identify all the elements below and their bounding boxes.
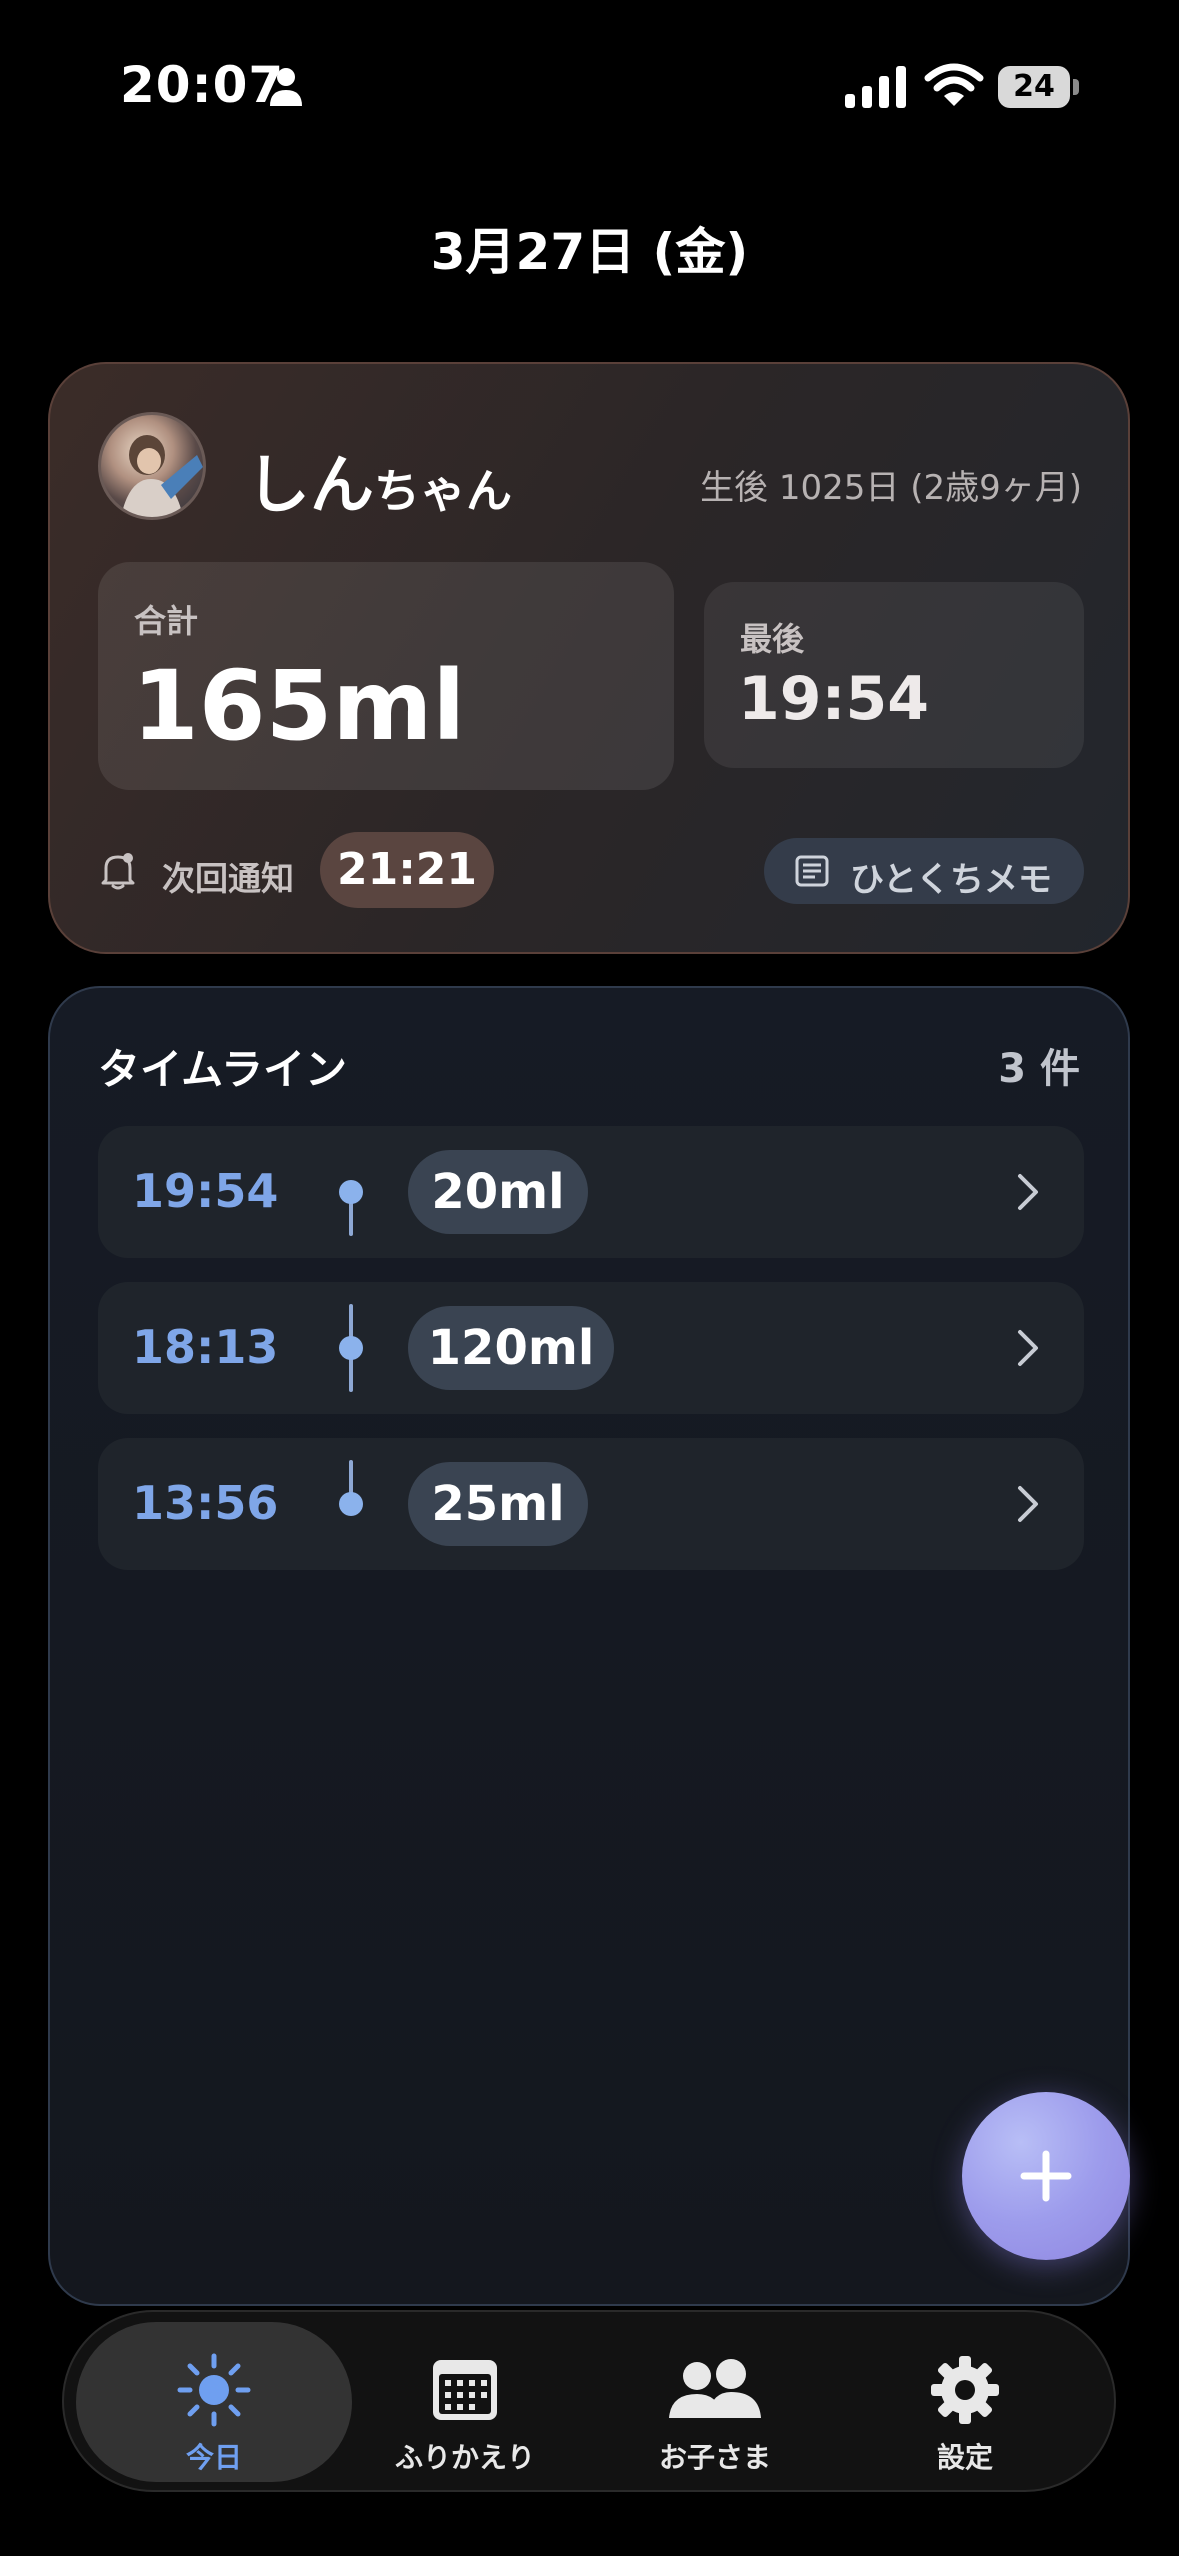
person-icon xyxy=(270,68,302,106)
tab-today-label: 今日 xyxy=(185,2441,242,2474)
people-icon xyxy=(669,2359,761,2418)
timeline-row[interactable]: 19:54 20ml xyxy=(98,1126,1084,1258)
timeline-row[interactable]: 13:56 25ml xyxy=(98,1438,1084,1570)
calendar-icon xyxy=(433,2360,497,2420)
tab-review-label: ふりかえり xyxy=(394,2441,535,2474)
chevron-right-icon xyxy=(1018,1174,1038,1210)
timeline-row-amount: 25ml xyxy=(408,1462,588,1546)
avatar-photo xyxy=(121,435,203,517)
battery-indicator: 24 xyxy=(998,66,1080,108)
timeline-dot xyxy=(339,1336,363,1360)
total-amount-box: 合計 165ml xyxy=(98,562,674,790)
gear-icon xyxy=(931,2356,999,2424)
chevron-right-icon xyxy=(1018,1330,1038,1366)
timeline-row[interactable]: 18:13 120ml xyxy=(98,1282,1084,1414)
plus-icon xyxy=(1020,2150,1072,2202)
tab-settings[interactable]: 設定 xyxy=(830,2318,1100,2484)
avatar[interactable] xyxy=(98,412,206,520)
battery-tip xyxy=(1073,79,1079,95)
timeline-row-time: 19:54 xyxy=(132,1164,279,1218)
last-label: 最後 xyxy=(740,620,805,658)
tab-children[interactable]: お子さま xyxy=(580,2318,850,2484)
timeline-row-time: 18:13 xyxy=(132,1320,279,1374)
cellular-signal-icon xyxy=(845,66,906,108)
timeline-row-time: 13:56 xyxy=(132,1476,279,1530)
wifi-icon xyxy=(924,63,984,106)
memo-button[interactable]: ひとくちメモ xyxy=(764,838,1084,904)
tab-today[interactable]: 今日 xyxy=(79,2318,349,2484)
tab-bar: 今日 ふりかえり お子さま 設定 xyxy=(62,2310,1116,2492)
tab-review[interactable]: ふりかえり xyxy=(330,2318,600,2484)
timeline-dot xyxy=(339,1180,363,1204)
timeline-count: 3 件 xyxy=(998,1046,1080,1092)
sun-icon xyxy=(177,2353,251,2427)
child-name-text: しん xyxy=(246,449,374,523)
add-record-button[interactable] xyxy=(962,2092,1130,2260)
page-title: 3月27日 (金) xyxy=(430,223,749,281)
next-notification-time[interactable]: 21:21 xyxy=(320,832,494,908)
summary-card: しんちゃん 生後 1025日 (2歳9ヶ月) 合計 165ml 最後 19:54… xyxy=(48,362,1130,954)
timeline-title: タイムライン xyxy=(98,1045,348,1094)
total-label: 合計 xyxy=(134,602,199,640)
tab-children-label: お子さま xyxy=(658,2441,771,2474)
status-time: 20:07 xyxy=(120,56,285,114)
timeline-dot xyxy=(339,1492,363,1516)
last-value: 19:54 xyxy=(738,664,929,734)
tab-settings-label: 設定 xyxy=(936,2441,993,2474)
timeline-row-amount: 20ml xyxy=(408,1150,588,1234)
memo-icon xyxy=(795,855,829,887)
timeline-row-amount: 120ml xyxy=(408,1306,614,1390)
child-name: しんちゃん xyxy=(246,434,512,526)
child-name-suffix: ちゃん xyxy=(374,464,512,518)
total-value: 165ml xyxy=(132,650,466,762)
chevron-right-icon xyxy=(1018,1486,1038,1522)
bell-icon xyxy=(101,853,135,890)
battery-level: 24 xyxy=(998,66,1070,108)
memo-label: ひとくちメモ xyxy=(850,860,1052,900)
next-notification-label: 次回通知 xyxy=(162,859,294,898)
timeline-card: タイムライン 3 件 19:54 20ml 18:13 120ml 13:56 … xyxy=(48,986,1130,2306)
last-feeding-box: 最後 19:54 xyxy=(704,582,1084,768)
child-age: 生後 1025日 (2歳9ヶ月) xyxy=(700,468,1082,508)
